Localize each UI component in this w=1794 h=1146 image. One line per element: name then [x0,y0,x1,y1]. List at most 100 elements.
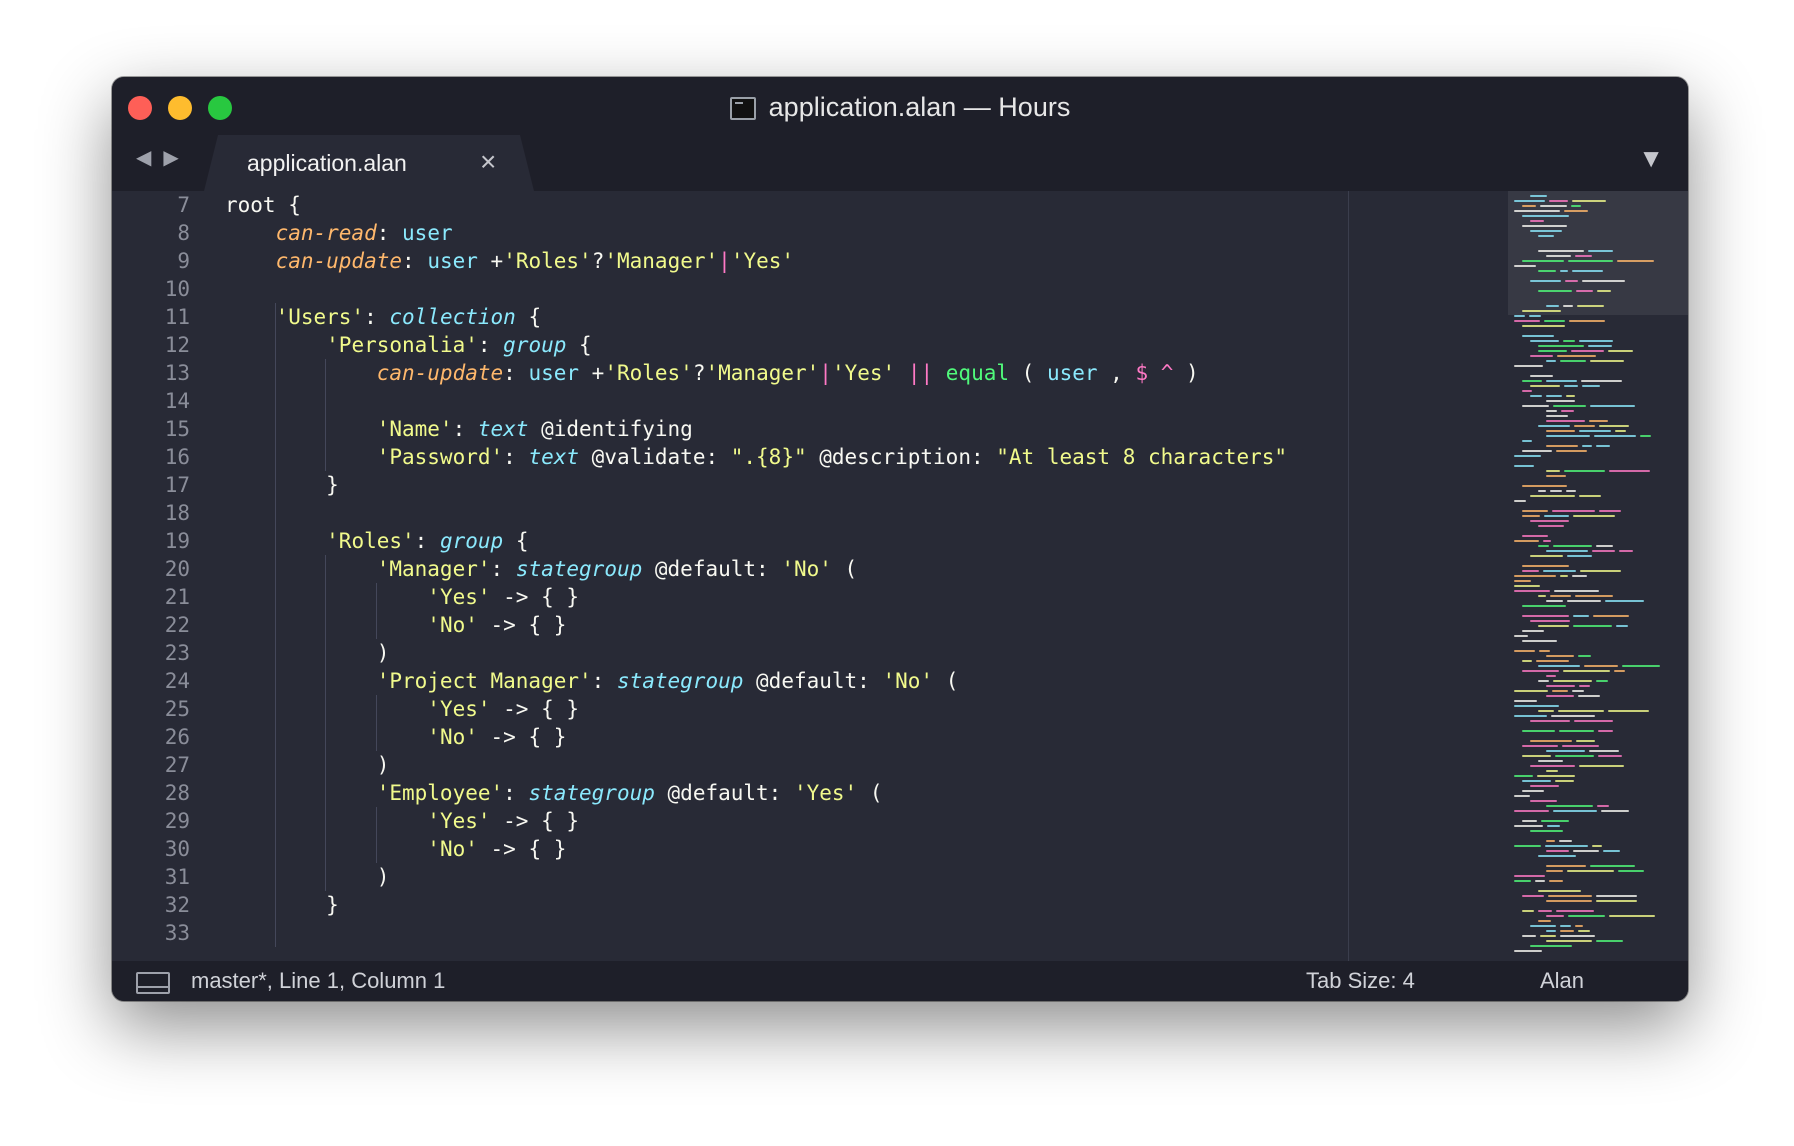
code-token: 'Yes' [793,781,858,805]
code-token: : [503,445,529,469]
minimap-line [1522,440,1532,442]
code-token: -> { } [490,697,580,721]
minimap-line [1546,915,1564,917]
minimap-line [1514,365,1543,367]
minimap-line [1538,890,1581,892]
code-editor[interactable]: 7 8 9 10 11 12 13 14 15 16 17 18 19 20 21 22 23 24 25 26 27 2… [112,191,1508,961]
minimap-line [1522,935,1536,937]
code-line: can-update: user +'Roles'?'Manager'|'Yes… [225,247,1287,275]
arrow-right-icon[interactable]: ▶ [163,143,178,173]
code-token: : [503,781,529,805]
code-token: 'No' [882,669,934,693]
minimap-line [1575,595,1613,597]
minimap-line [1578,655,1591,657]
title-bar: application.alan — Hours [112,77,1688,131]
indent-guide [376,807,377,863]
indent-guide [376,583,377,639]
minimap-line [1514,775,1533,777]
chevron-down-icon[interactable]: ▼ [1638,143,1664,173]
minimap-line [1538,270,1556,272]
minimap-line [1538,235,1554,237]
minimap-line [1538,680,1549,682]
tab-bar: ◀ ▶ application.alan × ▼ [112,131,1688,191]
line-number: 25 [164,697,190,721]
code-token: | [819,361,832,385]
minimap-line [1546,655,1574,657]
minimap-line [1522,730,1555,732]
code-token: : [452,417,478,441]
minimap-line [1514,705,1559,707]
code-token: 'Name' [376,417,453,441]
minimap-line [1522,225,1567,227]
minimap-line [1599,510,1621,512]
code-line: } [225,891,1287,919]
minimap-line [1616,625,1628,627]
indent-guide [325,555,326,891]
minimap-line [1538,345,1584,347]
minimap-line [1563,305,1573,307]
close-icon[interactable]: × [480,148,496,176]
code-token: 'Password' [376,445,504,469]
minimap-line [1560,270,1568,272]
minimap-line [1571,350,1604,352]
line-number: 23 [164,641,190,665]
code-line: ) [225,639,1287,667]
line-number: 14 [164,389,190,413]
code-line: 'Personalia': group { [225,331,1287,359]
code-line: 'Users': collection { [225,303,1287,331]
code-token: : [364,305,390,329]
tab-application-alan[interactable]: application.alan × [204,135,534,191]
line-number: 10 [164,277,190,301]
minimap-line [1530,720,1570,722]
minimap-line [1530,830,1563,832]
minimap-line [1567,870,1614,872]
code-token: ) [1173,361,1199,385]
code-token: ( [857,781,883,805]
minimap-line [1579,765,1624,767]
minimap-line [1530,355,1553,357]
minimap[interactable] [1508,191,1688,961]
minimap-line [1514,210,1560,212]
minimap-line [1592,845,1602,847]
minimap-line [1538,910,1552,912]
panel-toggle-icon[interactable] [136,972,170,994]
minimap-line [1571,205,1581,207]
minimap-line [1514,810,1549,812]
minimap-line [1596,940,1623,942]
minimap-line [1584,665,1618,667]
code-token: ? [591,249,605,273]
minimap-line [1543,540,1551,542]
minimap-line [1514,950,1542,952]
minimap-line [1590,405,1635,407]
code-token: } [225,473,339,497]
minimap-line [1588,345,1612,347]
code-token: ( [831,557,858,581]
code-token: group [439,529,504,553]
code-line: 'No' -> { } [225,835,1287,863]
minimap-line [1592,550,1615,552]
code-line: 'No' -> { } [225,611,1287,639]
status-syntax[interactable]: Alan [1540,967,1584,995]
code-token: { [503,529,529,553]
minimap-line [1557,355,1596,357]
minimap-line [1539,650,1550,652]
minimap-line [1575,925,1583,927]
status-tab-size[interactable]: Tab Size: 4 [1306,967,1415,995]
minimap-line [1530,620,1570,622]
minimap-line [1596,445,1610,447]
code-text-area[interactable]: root { can-read: user can-update: user +… [225,191,1287,947]
minimap-line [1538,665,1580,667]
minimap-line [1522,755,1551,757]
minimap-line [1541,820,1569,822]
code-token: root { [225,193,301,217]
minimap-line [1552,690,1568,692]
minimap-line [1565,280,1578,282]
minimap-line [1582,385,1600,387]
arrow-left-icon[interactable]: ◀ [136,143,151,173]
minimap-line [1555,755,1594,757]
